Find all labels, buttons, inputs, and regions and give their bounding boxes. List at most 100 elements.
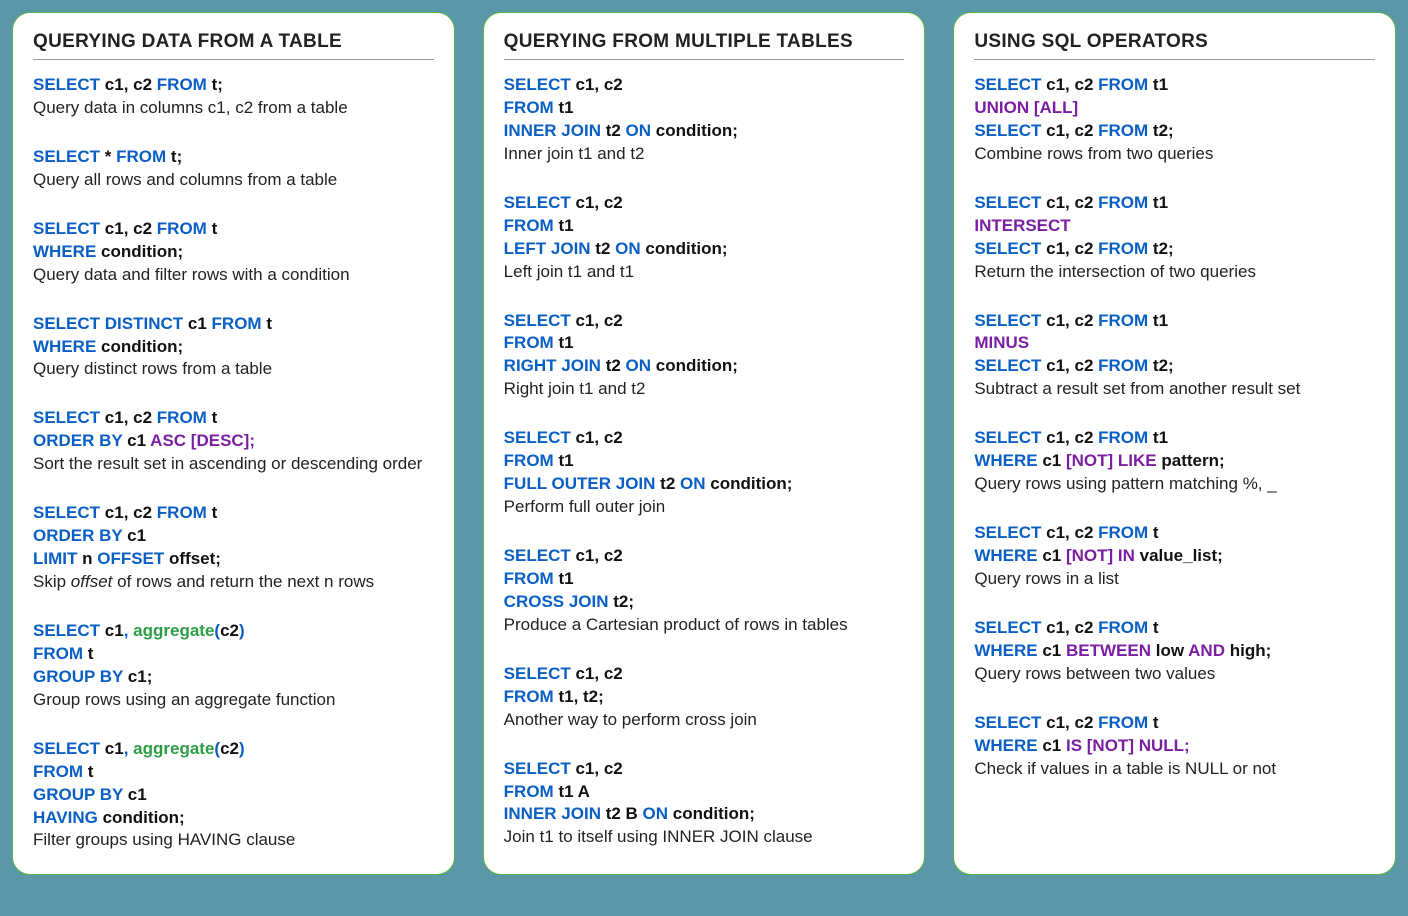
code-line: WHERE c1 BETWEEN low AND high; [974, 640, 1375, 663]
token-kw: WHERE [974, 736, 1042, 755]
card-title: USING SQL OPERATORS [974, 31, 1375, 60]
token-id: c1 [127, 431, 150, 450]
token-kw: SELECT [974, 121, 1046, 140]
token-id: t2; [1153, 239, 1174, 258]
token-id: t [88, 644, 94, 663]
token-kw: FROM [1098, 75, 1153, 94]
token-id: c1, c2 [1046, 356, 1098, 375]
token-id: c1, c2 [575, 75, 622, 94]
code-line: SELECT c1, c2 [504, 758, 905, 781]
token-id: c1, c2 [105, 219, 157, 238]
token-id: c1 [1042, 451, 1066, 470]
token-pp: [NOT] LIKE [1066, 451, 1161, 470]
token-id: t1 [1153, 311, 1168, 330]
token-id: high; [1230, 641, 1272, 660]
code-line: SELECT c1, c2 FROM t [33, 218, 434, 241]
code-line: SELECT c1, c2 FROM t1 [974, 74, 1375, 97]
token-id: low [1156, 641, 1188, 660]
token-kw: FROM [1098, 239, 1153, 258]
token-id: c1, c2 [1046, 428, 1098, 447]
code-line: UNION [ALL] [974, 97, 1375, 120]
token-id: t1 [558, 569, 573, 588]
token-id: t [266, 314, 272, 333]
code-line: SELECT c1, c2 FROM t1 [974, 192, 1375, 215]
token-id: t1 [1153, 428, 1168, 447]
sql-block: SELECT c1, c2FROM t1CROSS JOIN t2;Produc… [504, 545, 905, 637]
token-kw: FROM [1098, 428, 1153, 447]
token-id: t1, t2 [558, 687, 598, 706]
sql-block: SELECT c1, c2 FROM tWHERE c1 [NOT] IN va… [974, 522, 1375, 591]
token-pp: INTERSECT [974, 216, 1070, 235]
token-id: c1 [105, 739, 124, 758]
code-line: ORDER BY c1 ASC [DESC]; [33, 430, 434, 453]
token-kw: SELECT [504, 193, 576, 212]
token-id: c1; [128, 667, 153, 686]
code-line: FULL OUTER JOIN t2 ON condition; [504, 473, 905, 496]
token-pp: UNION [ALL] [974, 98, 1078, 117]
code-line: SELECT c1, c2 [504, 74, 905, 97]
sql-block: SELECT c1, c2 FROM tWHERE c1 BETWEEN low… [974, 617, 1375, 686]
token-kw: FROM [504, 333, 559, 352]
token-id: c1, c2 [1046, 523, 1098, 542]
code-line: FROM t1 [504, 450, 905, 473]
token-id: condition; [101, 337, 183, 356]
token-id: c1 [188, 314, 212, 333]
cheatsheet-row: QUERYING DATA FROM A TABLESELECT c1, c2 … [12, 12, 1396, 875]
sql-block: SELECT c1, c2FROM t1INNER JOIN t2 ON con… [504, 74, 905, 166]
token-kw: WHERE [974, 546, 1042, 565]
token-kw: SELECT [974, 428, 1046, 447]
token-pp: ASC [DESC]; [150, 431, 255, 450]
token-kw: , [124, 739, 133, 758]
token-id: t [1153, 713, 1159, 732]
token-kw: SELECT [33, 147, 105, 166]
description: Query rows using pattern matching %, _ [974, 473, 1375, 496]
code-line: SELECT c1, c2 FROM t1 [974, 310, 1375, 333]
sql-block: SELECT c1, c2FROM t1LEFT JOIN t2 ON cond… [504, 192, 905, 284]
code-line: SELECT c1, c2 FROM t [974, 522, 1375, 545]
token-kw: INNER JOIN [504, 804, 606, 823]
token-id: t2 [606, 121, 626, 140]
code-line: RIGHT JOIN t2 ON condition; [504, 355, 905, 378]
token-id: c1 [1042, 736, 1066, 755]
description: Right join t1 and t2 [504, 378, 905, 401]
code-line: FROM t1 [504, 332, 905, 355]
token-id: t1 [558, 98, 573, 117]
token-kw: ON [643, 804, 673, 823]
token-kw: SELECT [974, 239, 1046, 258]
code-line: SELECT c1, c2 [504, 310, 905, 333]
code-line: WHERE c1 [NOT] LIKE pattern; [974, 450, 1375, 473]
description: Query rows between two values [974, 663, 1375, 686]
sql-block: SELECT c1, aggregate(c2)FROM tGROUP BY c… [33, 620, 434, 712]
token-kw: SELECT [504, 664, 576, 683]
token-id: t1 [558, 451, 573, 470]
sql-block: SELECT c1, c2 FROM t1 WHERE c1 [NOT] LIKE… [974, 427, 1375, 496]
code-line: FROM t1 A [504, 781, 905, 804]
token-id: c1, c2 [1046, 311, 1098, 330]
code-line: SELECT c1, c2 [504, 545, 905, 568]
token-id: c1, c2 [105, 408, 157, 427]
token-id: offset; [169, 549, 221, 568]
token-kw: FROM [157, 75, 212, 94]
token-kw: ) [239, 621, 245, 640]
token-pp: MINUS [974, 333, 1029, 352]
code-line: SELECT c1, c2 FROM t [974, 617, 1375, 640]
description: Query data and filter rows with a condit… [33, 264, 434, 287]
token-id: t [212, 219, 218, 238]
code-line: FROM t1 [504, 568, 905, 591]
token-kw: ) [239, 739, 245, 758]
sql-block: SELECT c1, c2FROM t1, t2;Another way to … [504, 663, 905, 732]
sql-block: SELECT c1, c2FROM t1 AINNER JOIN t2 B ON… [504, 758, 905, 850]
token-id: t1 [1153, 193, 1168, 212]
description: Skip offset of rows and return the next … [33, 571, 434, 594]
code-line: SELECT * FROM t; [33, 146, 434, 169]
token-fn: aggregate [133, 739, 214, 758]
token-kw: SELECT [33, 739, 105, 758]
sql-block: SELECT DISTINCT c1 FROM tWHERE condition… [33, 313, 434, 382]
token-kw: FROM [1098, 523, 1153, 542]
token-id: c2 [220, 739, 239, 758]
code-line: WHERE condition; [33, 336, 434, 359]
token-id: condition; [103, 808, 185, 827]
code-line: INNER JOIN t2 B ON condition; [504, 803, 905, 826]
token-kw: HAVING [33, 808, 103, 827]
token-id: condition; [656, 356, 738, 375]
